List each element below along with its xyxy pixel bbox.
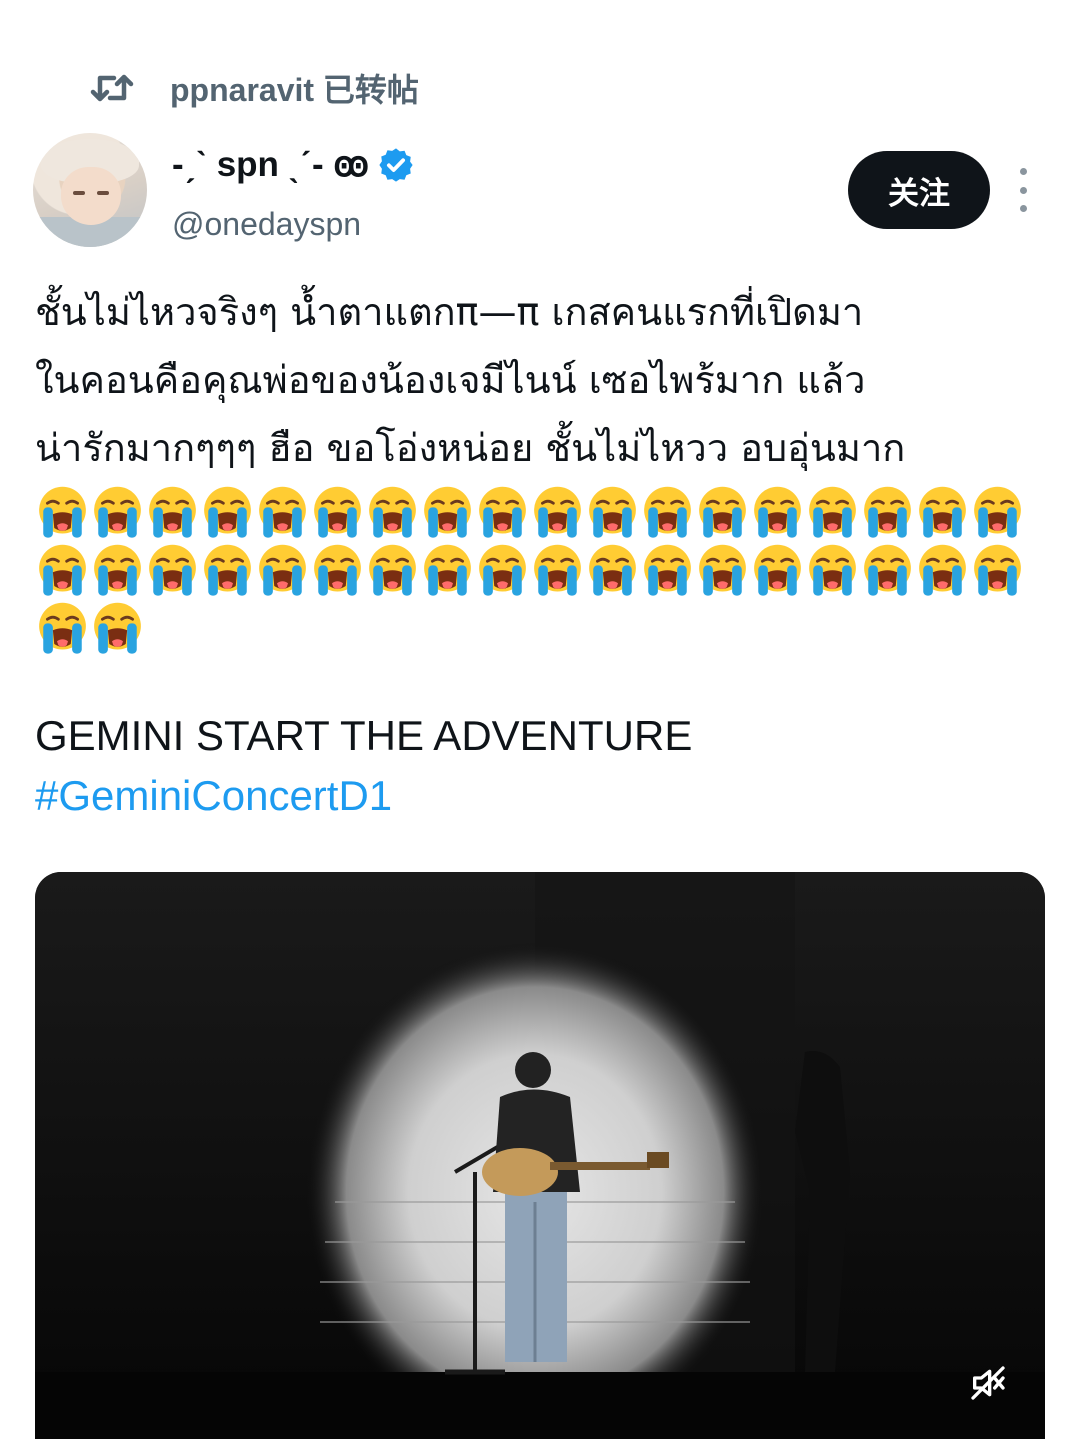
loudly-crying-face-icon [919, 544, 966, 596]
repost-label[interactable]: ppnaravit 已转帖 [170, 65, 419, 111]
emoji-block [35, 484, 1045, 656]
loudly-crying-face-icon [644, 544, 691, 596]
loudly-crying-face-icon [864, 486, 911, 538]
loudly-crying-face-icon [754, 486, 801, 538]
loudly-crying-face-icon [94, 602, 141, 654]
loudly-crying-face-icon [149, 486, 196, 538]
loudly-crying-face-icon [754, 544, 801, 596]
loudly-crying-face-icon [534, 486, 581, 538]
display-name-row[interactable]: -ˏˋ spn ˎˊ- ꙭ [172, 140, 415, 190]
loudly-crying-face-icon [809, 486, 856, 538]
loudly-crying-face-icon [39, 486, 86, 538]
loudly-crying-face-icon [369, 486, 416, 538]
emoji-row [35, 484, 1045, 540]
loudly-crying-face-icon [479, 544, 526, 596]
loudly-crying-face-icon [589, 486, 636, 538]
tweet-line: น่ารักมากๆๆๆ ฮือ ขอโอ่งหน่อย ชั้นไม่ไหวว… [35, 426, 906, 470]
user-handle[interactable]: @onedayspn [172, 206, 415, 243]
loudly-crying-face-icon [314, 486, 361, 538]
loudly-crying-face-icon [699, 486, 746, 538]
avatar[interactable] [33, 133, 147, 247]
loudly-crying-face-icon [204, 486, 251, 538]
video-player[interactable] [35, 872, 1045, 1439]
tweet-text: ชั้นไม่ไหวจริงๆ น้ำตาแตกπ—π เกสคนแรกที่เ… [35, 278, 1045, 656]
loudly-crying-face-icon [919, 486, 966, 538]
muted-speaker-icon[interactable] [965, 1360, 1011, 1406]
loudly-crying-face-icon [39, 544, 86, 596]
tweet-line: ในคอนคือคุณพ่อของน้องเจมีไนน์ เซอไพร้มาก… [35, 358, 866, 402]
loudly-crying-face-icon [259, 544, 306, 596]
loudly-crying-face-icon [369, 544, 416, 596]
author-block: -ˏˋ spn ˎˊ- ꙭ @onedayspn [172, 140, 415, 243]
video-frame [35, 872, 1045, 1439]
loudly-crying-face-icon [589, 544, 636, 596]
loudly-crying-face-icon [149, 544, 196, 596]
tweet-title-line: GEMINI START THE ADVENTURE [35, 712, 693, 759]
follow-button[interactable]: 关注 [848, 151, 990, 229]
repost-row: ppnaravit 已转帖 [90, 64, 419, 112]
loudly-crying-face-icon [259, 486, 306, 538]
loudly-crying-face-icon [424, 544, 471, 596]
loudly-crying-face-icon [94, 544, 141, 596]
loudly-crying-face-icon [39, 602, 86, 654]
loudly-crying-face-icon [864, 544, 911, 596]
more-vertical-icon[interactable] [1010, 168, 1036, 212]
repost-icon [90, 68, 134, 108]
emoji-row [35, 600, 1045, 656]
display-name[interactable]: -ˏˋ spn ˎˊ- ꙭ [172, 145, 369, 185]
loudly-crying-face-icon [314, 544, 361, 596]
loudly-crying-face-icon [479, 486, 526, 538]
hashtag-link[interactable]: #GeminiConcertD1 [35, 772, 392, 820]
loudly-crying-face-icon [809, 544, 856, 596]
loudly-crying-face-icon [94, 486, 141, 538]
verified-badge-icon[interactable] [377, 146, 415, 184]
loudly-crying-face-icon [534, 544, 581, 596]
loudly-crying-face-icon [204, 544, 251, 596]
tweet-page: ppnaravit 已转帖 -ˏˋ spn ˎˊ- ꙭ @onedayspn 关… [0, 0, 1080, 1439]
tweet-line: ชั้นไม่ไหวจริงๆ น้ำตาแตกπ—π เกสคนแรกที่เ… [35, 290, 864, 334]
loudly-crying-face-icon [424, 486, 471, 538]
loudly-crying-face-icon [699, 544, 746, 596]
loudly-crying-face-icon [644, 486, 691, 538]
emoji-row [35, 542, 1045, 598]
loudly-crying-face-icon [974, 486, 1021, 538]
loudly-crying-face-icon [974, 544, 1021, 596]
